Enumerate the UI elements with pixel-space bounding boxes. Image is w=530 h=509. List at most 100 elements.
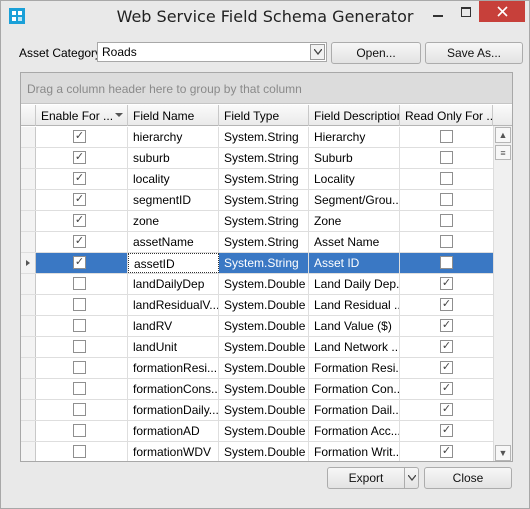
close-window-button[interactable] — [479, 1, 525, 22]
row-indicator[interactable] — [21, 379, 36, 399]
minimize-button[interactable] — [425, 1, 451, 22]
column-header-field-type[interactable]: Field Type — [219, 105, 309, 126]
field-name-cell[interactable]: locality — [128, 169, 219, 189]
read-only-checkbox[interactable]: ✓ — [440, 403, 453, 416]
field-type-cell[interactable]: System.String — [219, 148, 309, 168]
field-type-cell[interactable]: System.String — [219, 253, 309, 273]
asset-category-select[interactable]: Roads — [97, 42, 327, 62]
read-only-checkbox[interactable]: ✓ — [440, 340, 453, 353]
field-type-cell[interactable]: System.String — [219, 211, 309, 231]
field-description-cell[interactable]: Locality — [309, 169, 400, 189]
row-indicator[interactable] — [21, 316, 36, 336]
field-description-cell[interactable]: Formation Acc... — [309, 421, 400, 441]
row-indicator[interactable] — [21, 421, 36, 441]
table-row[interactable]: formationWDV System.Double Formation Writ.… — [21, 442, 493, 461]
field-name-cell[interactable]: landUnit — [128, 337, 219, 357]
row-indicator[interactable] — [21, 295, 36, 315]
field-name-cell[interactable]: formationDaily... — [128, 400, 219, 420]
row-indicator[interactable] — [21, 190, 36, 210]
field-name-cell[interactable]: formationWDV — [128, 442, 219, 461]
field-type-cell[interactable]: System.Double — [219, 442, 309, 461]
field-description-cell[interactable]: Segment/Grou... — [309, 190, 400, 210]
table-row[interactable]: formationResi... System.Double Formation R… — [21, 358, 493, 379]
field-description-cell[interactable]: Formation Dail... — [309, 400, 400, 420]
enable-checkbox[interactable] — [73, 403, 86, 416]
field-name-cell[interactable]: assetName — [128, 232, 219, 252]
enable-checkbox[interactable] — [73, 298, 86, 311]
field-description-cell[interactable]: Suburb — [309, 148, 400, 168]
enable-checkbox[interactable] — [73, 382, 86, 395]
read-only-checkbox[interactable] — [440, 256, 453, 269]
field-description-cell[interactable]: Zone — [309, 211, 400, 231]
field-description-cell[interactable]: Land Value ($) — [309, 316, 400, 336]
maximize-button[interactable] — [453, 1, 479, 22]
enable-checkbox[interactable] — [73, 319, 86, 332]
table-row[interactable]: ✓ segmentID System.String Segment/Grou... — [21, 190, 493, 211]
read-only-checkbox[interactable]: ✓ — [440, 277, 453, 290]
field-name-cell[interactable]: formationResi... — [128, 358, 219, 378]
field-type-cell[interactable]: System.Double — [219, 316, 309, 336]
field-description-cell[interactable]: Land Daily Dep... — [309, 274, 400, 294]
read-only-checkbox[interactable]: ✓ — [440, 424, 453, 437]
field-name-cell[interactable]: suburb — [128, 148, 219, 168]
enable-checkbox[interactable] — [73, 361, 86, 374]
field-type-cell[interactable]: System.Double — [219, 358, 309, 378]
row-indicator[interactable] — [21, 211, 36, 231]
row-indicator[interactable] — [21, 274, 36, 294]
table-row[interactable]: ✓ zone System.String Zone — [21, 211, 493, 232]
column-header-field-name[interactable]: Field Name — [128, 105, 219, 126]
field-description-cell[interactable]: Formation Con... — [309, 379, 400, 399]
enable-checkbox[interactable] — [73, 445, 86, 458]
enable-checkbox[interactable] — [73, 424, 86, 437]
field-type-cell[interactable]: System.Double — [219, 295, 309, 315]
field-name-cell[interactable]: landDailyDep — [128, 274, 219, 294]
field-type-cell[interactable]: System.String — [219, 169, 309, 189]
field-description-cell[interactable]: Asset ID — [309, 253, 400, 273]
row-indicator[interactable] — [21, 127, 36, 147]
scroll-up-button[interactable]: ▲ — [495, 127, 511, 143]
vertical-scrollbar[interactable]: ▲ ≡ ▼ — [493, 126, 512, 461]
field-description-cell[interactable]: Formation Resi... — [309, 358, 400, 378]
read-only-checkbox[interactable] — [440, 193, 453, 206]
read-only-checkbox[interactable] — [440, 172, 453, 185]
enable-checkbox[interactable] — [73, 340, 86, 353]
column-header-enable[interactable]: Enable For ... — [36, 105, 128, 126]
field-type-cell[interactable]: System.String — [219, 232, 309, 252]
row-indicator[interactable] — [21, 337, 36, 357]
field-name-cell[interactable]: formationAD — [128, 421, 219, 441]
open-button[interactable]: Open... — [331, 42, 421, 64]
enable-checkbox[interactable]: ✓ — [73, 214, 86, 227]
field-type-cell[interactable]: System.Double — [219, 421, 309, 441]
enable-checkbox[interactable] — [73, 277, 86, 290]
enable-checkbox[interactable]: ✓ — [73, 256, 86, 269]
read-only-checkbox[interactable]: ✓ — [440, 361, 453, 374]
read-only-checkbox[interactable] — [440, 130, 453, 143]
field-type-cell[interactable]: System.Double — [219, 400, 309, 420]
read-only-checkbox[interactable]: ✓ — [440, 382, 453, 395]
field-description-cell[interactable]: Land Residual ... — [309, 295, 400, 315]
table-row[interactable]: formationAD System.Double Formation Acc...… — [21, 421, 493, 442]
column-header-read-only[interactable]: Read Only For ... — [400, 105, 493, 126]
save-as-button[interactable]: Save As... — [425, 42, 523, 64]
field-type-cell[interactable]: System.String — [219, 190, 309, 210]
filter-dropdown-icon[interactable] — [115, 113, 123, 117]
table-row[interactable]: ✓ assetName System.String Asset Name — [21, 232, 493, 253]
row-indicator[interactable] — [21, 169, 36, 189]
enable-checkbox[interactable]: ✓ — [73, 130, 86, 143]
read-only-checkbox[interactable]: ✓ — [440, 319, 453, 332]
row-indicator[interactable] — [21, 400, 36, 420]
field-name-cell[interactable]: landResidualV... — [128, 295, 219, 315]
read-only-checkbox[interactable] — [440, 214, 453, 227]
table-row[interactable]: landDailyDep System.Double Land Daily Dep.… — [21, 274, 493, 295]
row-indicator[interactable] — [21, 442, 36, 461]
enable-checkbox[interactable]: ✓ — [73, 172, 86, 185]
read-only-checkbox[interactable] — [440, 235, 453, 248]
field-type-cell[interactable]: System.Double — [219, 379, 309, 399]
chevron-down-icon[interactable] — [310, 44, 325, 60]
table-row[interactable]: ✓ hierarchy System.String Hierarchy — [21, 127, 493, 148]
table-row[interactable]: landRV System.Double Land Value ($) ✓ — [21, 316, 493, 337]
table-row[interactable]: ✓ assetID System.String Asset ID — [21, 253, 493, 274]
field-type-cell[interactable]: System.Double — [219, 337, 309, 357]
table-row[interactable]: landResidualV... System.Double Land Residu… — [21, 295, 493, 316]
column-header-field-description[interactable]: Field Description — [309, 105, 400, 126]
